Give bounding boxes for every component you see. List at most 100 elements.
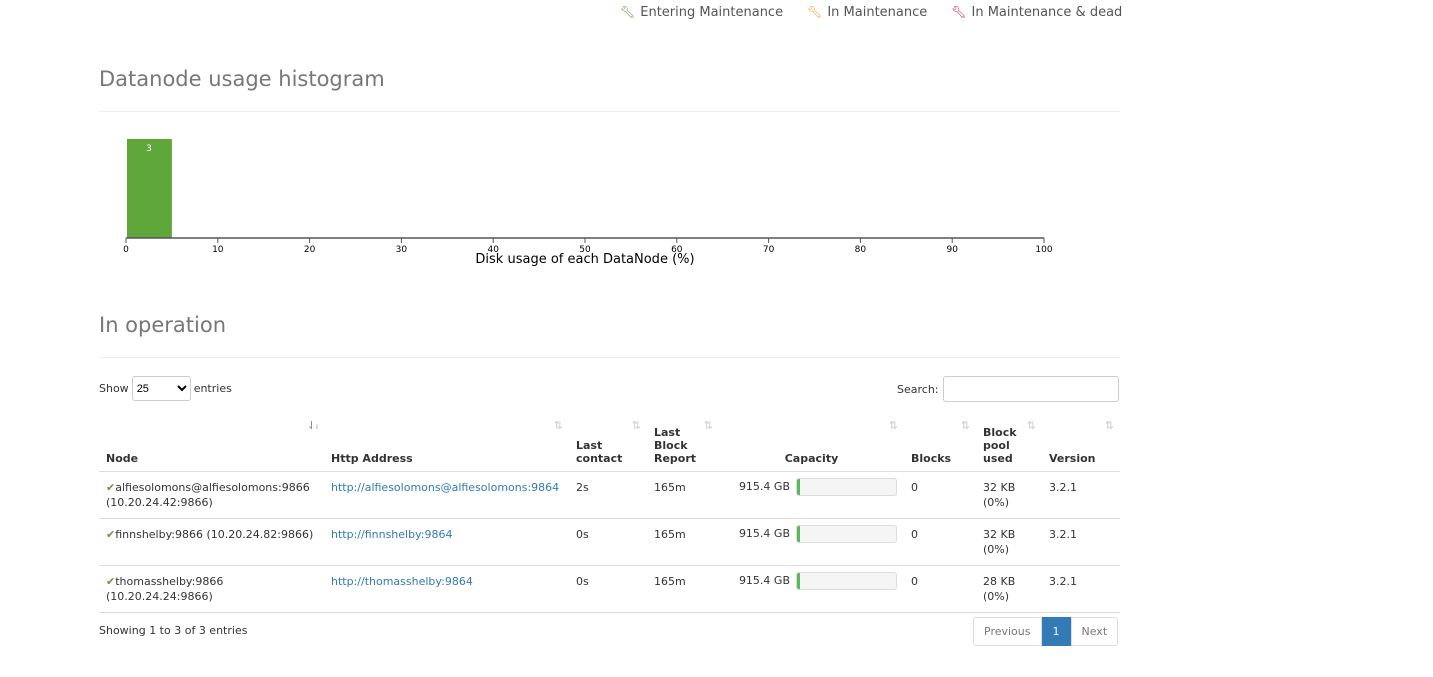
node-name: alfiesolomons@alfiesolomons:9866 — [115, 481, 310, 494]
http-link[interactable]: http://finnshelby:9864 — [331, 528, 453, 541]
col-label: Node — [106, 452, 139, 465]
block-pool-cell: 28 KB (0%) — [976, 565, 1042, 613]
capacity-cell: 915.4 GB — [719, 518, 904, 566]
http-cell: http://alfiesolomons@alfiesolomons:9864 — [324, 471, 569, 519]
block-pool-pct: (0%) — [983, 543, 1010, 556]
sort-icon: ⇅ — [631, 419, 641, 432]
x-tick-label: 30 — [396, 245, 408, 255]
blocks: 0 — [904, 518, 976, 566]
col-label: Version — [1049, 452, 1096, 465]
col-label: Block pool used — [983, 426, 1017, 465]
x-tick-label: 10 — [212, 245, 224, 255]
sort-icon: ⇅ — [553, 419, 563, 432]
x-tick-label: 20 — [304, 245, 316, 255]
check-icon: ✔ — [106, 481, 116, 494]
check-icon: ✔ — [106, 528, 116, 541]
block-pool-used: 32 KB — [983, 481, 1016, 494]
capacity-bar — [796, 572, 897, 590]
page-size-select[interactable]: 25 — [131, 376, 191, 401]
table-row: ✔finnshelby:9866 (10.20.24.82:9866) http… — [99, 518, 1120, 566]
block-pool-used: 32 KB — [983, 528, 1016, 541]
node-ip: (10.20.24.82:9866) — [206, 528, 314, 541]
last-contact: 2s — [569, 471, 647, 519]
x-tick-label: 0 — [123, 245, 129, 255]
http-link[interactable]: http://alfiesolomons@alfiesolomons:9864 — [331, 481, 559, 494]
col-label: Capacity — [784, 452, 839, 465]
capacity-value: 915.4 GB — [738, 527, 790, 540]
operation-title: In operation — [99, 313, 227, 337]
check-icon: ✔ — [106, 575, 116, 588]
node-ip: (10.20.24.42:9866) — [106, 496, 213, 509]
sort-icon: ⇅ — [1104, 419, 1114, 432]
col-capacity[interactable]: ⇅ Capacity — [719, 415, 904, 472]
sort-icon: ⇅ — [960, 419, 970, 432]
col-version[interactable]: ⇅ Version — [1042, 415, 1120, 472]
block-pool-pct: (0%) — [983, 590, 1010, 603]
sort-icon: ⇅ — [888, 419, 898, 432]
col-label: Last contact — [576, 439, 623, 465]
version: 3.2.1 — [1042, 518, 1120, 566]
http-cell: http://thomasshelby:9864 — [324, 565, 569, 613]
x-axis-label: Disk usage of each DataNode (%) — [475, 252, 694, 267]
page-size-control: Show 25 entries — [99, 376, 232, 401]
page-1-button[interactable]: 1 — [1041, 617, 1071, 646]
block-pool-pct: (0%) — [983, 496, 1010, 509]
http-cell: http://finnshelby:9864 — [324, 518, 569, 566]
show-label: Show — [99, 382, 129, 395]
last-block-report: 165m — [647, 565, 719, 613]
col-node[interactable]: ⇃ᵢ Node — [99, 415, 324, 472]
table-row: ✔alfiesolomons@alfiesolomons:9866 (10.20… — [99, 471, 1120, 519]
block-pool-used: 28 KB — [983, 575, 1016, 588]
node-name: finnshelby:9866 — [115, 528, 204, 541]
sort-icon: ⇅ — [1026, 419, 1036, 432]
capacity-bar — [796, 525, 897, 543]
col-http[interactable]: ⇅ Http Address — [324, 415, 569, 472]
col-blocks[interactable]: ⇅ Blocks — [904, 415, 976, 472]
node-cell: ✔thomasshelby:9866 (10.20.24.24:9866) — [99, 565, 324, 613]
sort-asc-icon: ⇃ᵢ — [306, 419, 318, 432]
capacity-value: 915.4 GB — [738, 480, 790, 493]
col-last-contact[interactable]: ⇅ Last contact — [569, 415, 647, 472]
node-cell: ✔alfiesolomons@alfiesolomons:9866 (10.20… — [99, 471, 324, 519]
col-label: Http Address — [331, 452, 413, 465]
x-tick-label: 90 — [946, 245, 958, 255]
previous-button[interactable]: Previous — [973, 617, 1042, 646]
entries-label: entries — [193, 382, 232, 395]
last-block-report: 165m — [647, 518, 719, 566]
x-tick-label: 70 — [763, 245, 775, 255]
blocks: 0 — [904, 471, 976, 519]
pagination: Previous 1 Next — [973, 617, 1119, 646]
http-link[interactable]: http://thomasshelby:9864 — [331, 575, 473, 588]
x-tick-label: 80 — [855, 245, 867, 255]
x-tick-label: 100 — [1035, 245, 1052, 255]
capacity-fill — [797, 573, 800, 589]
bar-label: 3 — [146, 144, 152, 154]
col-label: Blocks — [911, 452, 952, 465]
search-input[interactable] — [942, 376, 1119, 402]
block-pool-cell: 32 KB (0%) — [976, 471, 1042, 519]
block-pool-cell: 32 KB (0%) — [976, 518, 1042, 566]
last-contact: 0s — [569, 565, 647, 613]
col-last-block-report[interactable]: ⇅ Last Block Report — [647, 415, 719, 472]
node-ip: (10.20.24.24:9866) — [106, 590, 213, 603]
capacity-value: 915.4 GB — [738, 574, 790, 587]
next-button[interactable]: Next — [1070, 617, 1119, 646]
last-contact: 0s — [569, 518, 647, 566]
divider — [99, 357, 1120, 358]
col-block-pool[interactable]: ⇅ Block pool used — [976, 415, 1042, 472]
sort-icon: ⇅ — [703, 419, 713, 432]
version: 3.2.1 — [1042, 565, 1120, 613]
search-control: Search: — [897, 376, 1119, 402]
col-label: Last Block Report — [654, 426, 697, 465]
capacity-fill — [797, 526, 800, 542]
capacity-cell: 915.4 GB — [719, 471, 904, 519]
blocks: 0 — [904, 565, 976, 613]
version: 3.2.1 — [1042, 471, 1120, 519]
last-block-report: 165m — [647, 471, 719, 519]
node-cell: ✔finnshelby:9866 (10.20.24.82:9866) — [99, 518, 324, 566]
search-label: Search: — [897, 382, 939, 396]
capacity-fill — [797, 479, 800, 495]
table-row: ✔thomasshelby:9866 (10.20.24.24:9866) ht… — [99, 565, 1120, 613]
node-name: thomasshelby:9866 — [115, 575, 224, 588]
datanode-table: ⇃ᵢ Node ⇅ Http Address ⇅ Last contact ⇅ Last… — [99, 415, 1120, 613]
